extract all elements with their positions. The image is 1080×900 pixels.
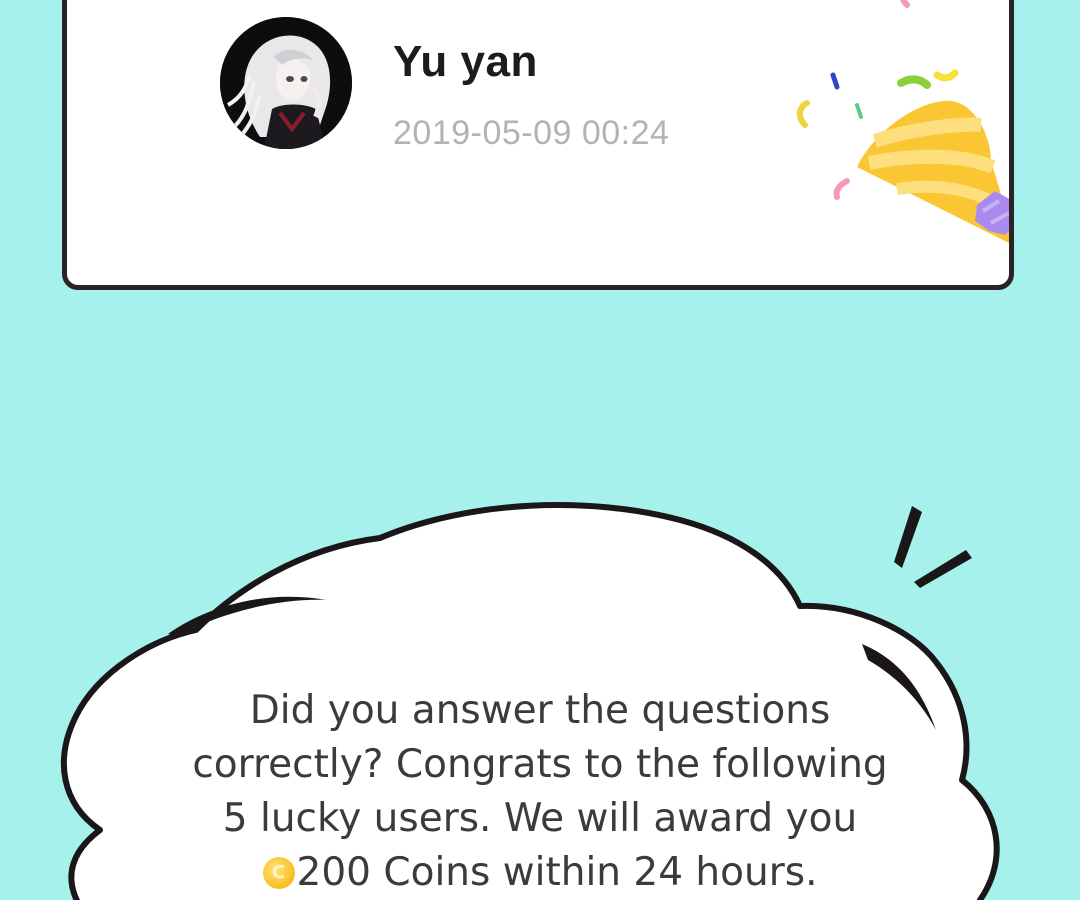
announcement-line: Did you answer the questions [249, 688, 831, 733]
reward-text: 200 Coins within 24 hours. [296, 850, 818, 895]
announcement-line: 5 lucky users. We will award you [222, 796, 858, 841]
announcement-line: correctly? Congrats to the following [192, 742, 888, 787]
coin-icon [262, 857, 295, 889]
exclamation-mark [894, 506, 922, 568]
announcement-text: Did you answer the questions correctly? … [140, 684, 940, 900]
exclamation-mark [914, 550, 972, 588]
announcement-line-reward: 200 Coins within 24 hours. [140, 846, 940, 900]
